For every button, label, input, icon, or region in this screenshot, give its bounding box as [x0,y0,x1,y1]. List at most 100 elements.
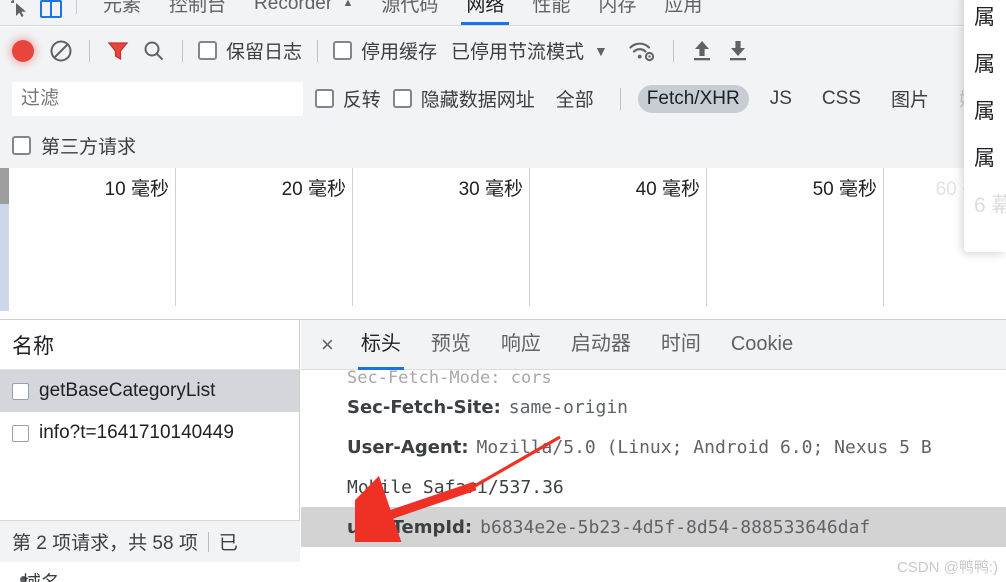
list-item[interactable]: 属 [964,0,1006,39]
upload-arrow-icon[interactable] [689,38,715,64]
clear-no-entry-icon[interactable] [48,38,74,64]
hide-data-urls-checkbox[interactable] [392,89,412,108]
list-item[interactable]: 属 [964,86,1006,133]
csdn-watermark: CSDN @鸭鸭:) [896,559,998,576]
filter-divider [619,87,621,110]
type-filter-img[interactable]: 图片 [882,82,938,115]
disable-cache-checkbox-row[interactable]: 停用缓存 [333,37,437,64]
type-filter-js[interactable]: JS [761,85,801,113]
tab-initiator[interactable]: 启动器 [556,320,646,370]
third-party-requests-checkbox[interactable] [12,136,31,155]
tab-performance-label: 性能 [532,0,571,16]
tab-recorder-label: Recorder [254,0,333,14]
header-row-highlighted[interactable]: userTempId: b6834e2e-5b23-4d5f-8d54-8885… [301,507,1006,547]
throttling-select-label[interactable]: 已停用节流模式 [451,37,584,64]
request-name: getBaseCategoryList [39,380,216,401]
tab-recorder[interactable]: Recorder ▲ [240,0,367,25]
hide-data-urls-label: 隐藏数据网址 [420,90,535,111]
request-list-header[interactable]: 名称 [0,320,299,370]
tab-network-label: 网络 [466,0,505,16]
right-overlay-panel[interactable]: 属 属 属 属 6 幕 [964,0,1006,252]
header-value-continuation: Mobile Safari/537.36 [347,476,564,498]
request-detail-panel: × 标头 预览 响应 启动器 时间 Cookie Sec-Fetch-Mode:… [301,320,1006,562]
network-filter-row: 反转 隐藏数据网址 全部 Fetch/XHR JS CSS 图片 媒体 [0,74,1006,124]
header-row[interactable]: User-Agent: Mozilla/5.0 (Linux; Android … [301,427,1006,467]
tab-response[interactable]: 响应 [486,320,556,370]
tab-application-label: 应用 [664,0,703,16]
tab-preview[interactable]: 预览 [416,320,486,370]
tabbar-divider [76,0,77,14]
toggle-device-toolbar-icon[interactable] [40,0,62,18]
overview-tick: 50 毫秒 [707,168,884,306]
clipped-header-line: Sec-Fetch-Mode: cors [347,368,552,383]
preserve-log-label: 保留日志 [226,42,303,63]
filter-funnel-icon[interactable] [105,38,131,64]
toolbar-divider-1 [89,39,90,62]
header-key: User-Agent: [347,436,469,458]
request-status-bar: 第 2 项请求，共 58 项 已 [0,520,300,562]
transfer-status: 已 [218,533,238,554]
toolbar-divider-4 [672,39,674,62]
tab-network[interactable]: 网络 [452,0,518,25]
download-arrow-icon[interactable] [725,38,751,64]
disable-cache-checkbox[interactable] [333,41,353,60]
preserve-log-checkbox-row[interactable]: 保留日志 [198,37,302,64]
header-row[interactable]: Sec-Fetch-Site: same-origin [301,387,1006,427]
filter-input[interactable] [12,81,303,116]
tab-application[interactable]: 应用 [650,0,716,25]
tab-elements[interactable]: 元素 [89,0,155,25]
header-value: Mozilla/5.0 (Linux; Android 6.0; Nexus 5… [476,436,932,458]
bottom-partial-strip: 域名 [0,562,1006,582]
tab-headers[interactable]: 标头 [346,320,416,370]
tab-timing[interactable]: 时间 [646,320,716,370]
table-row[interactable]: info?t=1641710140449 [0,412,299,454]
overview-tick: 40 毫秒 [530,168,707,306]
detail-tabbar: × 标头 预览 响应 启动器 时间 Cookie [301,320,1006,370]
headers-list: Sec-Fetch-Mode: cors Sec-Fetch-Site: sam… [301,368,1006,547]
overview-tick-label: 30 毫秒 [458,179,523,200]
invert-checkbox[interactable] [314,89,334,108]
tabbar-left-icons [0,0,89,25]
list-item[interactable]: 属 [964,133,1006,180]
tab-sources[interactable]: 源代码 [367,0,452,25]
preserve-log-checkbox[interactable] [198,41,217,60]
disable-cache-label: 停用缓存 [361,42,438,63]
devtools-tabbar: 元素 控制台 Recorder ▲ 源代码 网络 性能 内存 应用 [0,0,1006,26]
invert-checkbox-row[interactable]: 反转 [314,85,381,112]
chevron-down-icon[interactable]: ▼ [594,43,608,59]
type-filter-all[interactable]: 全部 [547,82,603,115]
header-value: b6834e2e-5b23-4d5f-8d54-888533646daf [480,516,871,538]
hide-data-urls-checkbox-row[interactable]: 隐藏数据网址 [392,85,535,112]
search-icon[interactable] [141,38,167,64]
wifi-gear-icon[interactable] [628,38,658,64]
tab-console-label: 控制台 [169,0,227,16]
toolbar-divider-3 [317,39,319,62]
network-overview-timeline[interactable]: 10 毫秒 20 毫秒 30 毫秒 40 毫秒 50 毫秒 60 毫秒 [0,168,1006,320]
request-row-checkbox[interactable] [12,382,29,400]
record-dot-icon[interactable] [12,39,34,62]
tab-performance[interactable]: 性能 [518,0,584,25]
list-item[interactable]: 6 幕 [964,180,1006,227]
close-icon[interactable]: × [311,333,346,356]
request-row-checkbox[interactable] [12,424,29,442]
request-list-panel: 名称 getBaseCategoryList info?t=1641710140… [0,320,300,562]
bottom-partial-label: 域名 [22,568,60,582]
overview-tick-label: 10 毫秒 [104,179,169,200]
tab-console[interactable]: 控制台 [155,0,240,25]
tab-memory[interactable]: 内存 [584,0,650,25]
table-row[interactable]: getBaseCategoryList [0,370,299,412]
third-party-requests-label: 第三方请求 [41,137,137,158]
request-count-status: 第 2 项请求，共 58 项 [12,533,198,554]
type-filter-fetch-xhr[interactable]: Fetch/XHR [637,84,749,113]
tab-memory-label: 内存 [598,0,637,16]
request-name: info?t=1641710140449 [39,422,234,443]
type-filter-css[interactable]: CSS [813,85,870,113]
overview-tick-label: 50 毫秒 [812,179,877,200]
inspect-cursor-icon[interactable] [10,0,30,19]
toolbar-divider-2 [182,39,183,62]
network-toolbar: 保留日志 停用缓存 已停用节流模式 ▼ [0,27,1006,75]
invert-label: 反转 [342,90,381,111]
list-item[interactable]: 属 [964,39,1006,86]
tab-cookie[interactable]: Cookie [716,320,808,370]
third-party-requests-row: 第三方请求 [0,123,1006,169]
